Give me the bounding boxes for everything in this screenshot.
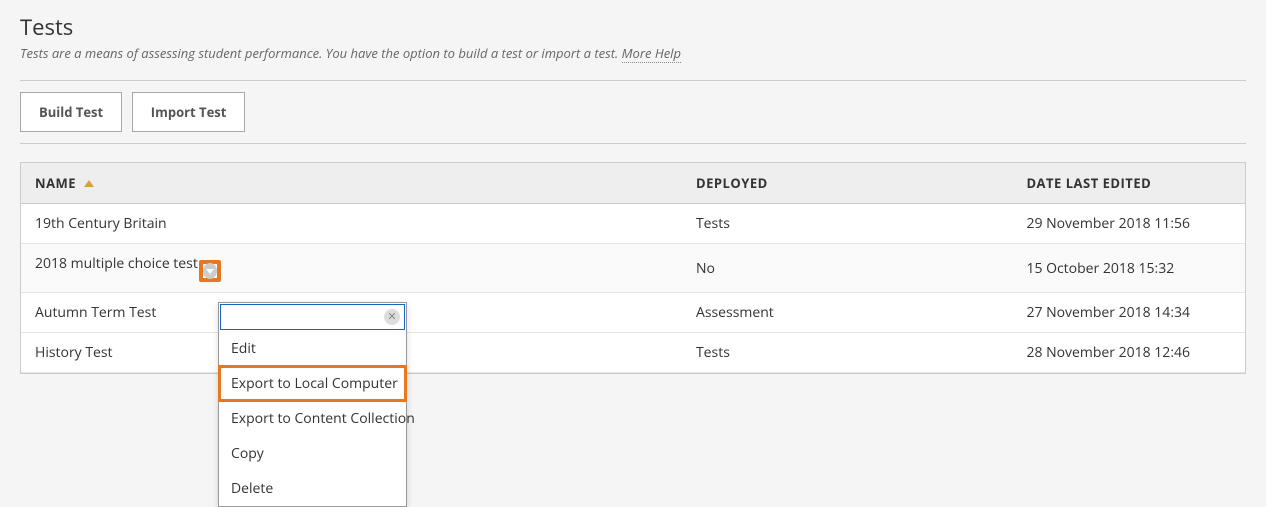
- date-cell: 29 November 2018 11:56: [1012, 204, 1245, 244]
- table-row: 2018 multiple choice test No 15 October …: [21, 244, 1245, 293]
- col-header-name-label: NAME: [35, 174, 76, 192]
- deployed-cell: No: [682, 244, 1012, 293]
- menu-item-export-content-collection[interactable]: Export to Content Collection: [219, 401, 406, 436]
- action-bar: Build Test Import Test: [20, 80, 1246, 144]
- build-test-button[interactable]: Build Test: [20, 92, 122, 132]
- description-text: Tests are a means of assessing student p…: [20, 44, 622, 62]
- menu-search-input[interactable]: ✕: [220, 304, 405, 330]
- tests-panel: NAME DEPLOYED DATE LAST EDITED 19th Cent…: [20, 162, 1246, 374]
- table-row: 19th Century Britain Tests 29 November 2…: [21, 204, 1245, 244]
- deployed-cell: Assessment: [682, 293, 1012, 333]
- deployed-cell: Tests: [682, 333, 1012, 373]
- row-actions-menu-button[interactable]: [199, 260, 221, 282]
- table-row: History Test Tests 28 November 2018 12:4…: [21, 333, 1245, 373]
- chevron-down-icon: [203, 263, 217, 279]
- menu-item-copy[interactable]: Copy: [219, 436, 406, 471]
- test-name[interactable]: 2018 multiple choice test: [35, 254, 198, 273]
- page-title: Tests: [20, 12, 1246, 42]
- table-row: Autumn Term Test Assessment 27 November …: [21, 293, 1245, 333]
- menu-item-delete[interactable]: Delete: [219, 471, 406, 506]
- date-cell: 28 November 2018 12:46: [1012, 333, 1245, 373]
- menu-item-export-local[interactable]: Export to Local Computer: [219, 366, 406, 401]
- deployed-cell: Tests: [682, 204, 1012, 244]
- test-name[interactable]: History Test: [35, 343, 113, 362]
- col-header-deployed[interactable]: DEPLOYED: [682, 163, 1012, 204]
- menu-item-edit[interactable]: Edit: [219, 331, 406, 366]
- tests-table: NAME DEPLOYED DATE LAST EDITED 19th Cent…: [21, 163, 1245, 373]
- date-cell: 15 October 2018 15:32: [1012, 244, 1245, 293]
- row-context-menu: ✕ Edit Export to Local Computer Export t…: [218, 302, 407, 507]
- date-cell: 27 November 2018 14:34: [1012, 293, 1245, 333]
- col-header-name[interactable]: NAME: [21, 163, 682, 204]
- clear-icon[interactable]: ✕: [384, 309, 400, 325]
- more-help-link[interactable]: More Help: [622, 44, 681, 63]
- page-description: Tests are a means of assessing student p…: [20, 44, 1246, 62]
- col-header-date[interactable]: DATE LAST EDITED: [1012, 163, 1245, 204]
- test-name[interactable]: Autumn Term Test: [35, 303, 156, 322]
- import-test-button[interactable]: Import Test: [132, 92, 246, 132]
- test-name[interactable]: 19th Century Britain: [35, 214, 167, 233]
- sort-asc-icon: [84, 180, 94, 187]
